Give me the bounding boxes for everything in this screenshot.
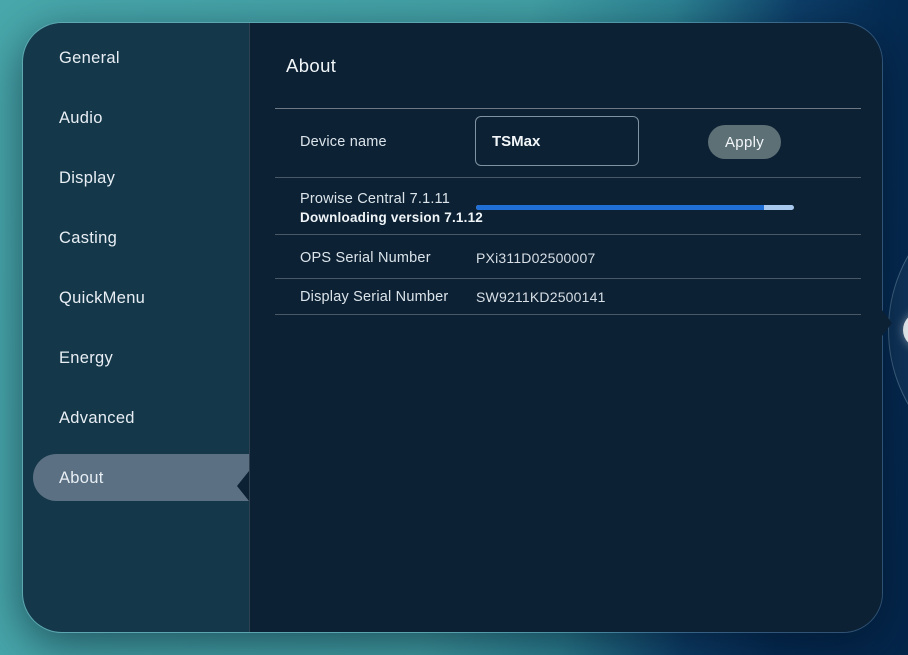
divider — [275, 108, 861, 109]
ops-serial-label: OPS Serial Number — [300, 250, 431, 266]
about-panel: About Device name Apply Prowise Central … — [249, 23, 882, 632]
sidebar-item-label: Advanced — [59, 409, 135, 428]
divider — [275, 314, 861, 315]
settings-dialog: General Audio Display Casting QuickMenu … — [22, 22, 883, 633]
sidebar-item-energy[interactable]: Energy — [23, 328, 249, 388]
sidebar-item-quickmenu[interactable]: QuickMenu — [23, 268, 249, 328]
sidebar-item-about[interactable]: About — [23, 448, 249, 508]
device-name-label: Device name — [300, 134, 387, 150]
device-name-input[interactable] — [475, 116, 639, 166]
display-serial-value: SW9211KD2500141 — [476, 289, 606, 305]
sidebar-item-label: General — [59, 49, 120, 68]
selected-item-notch — [237, 471, 249, 501]
page-title: About — [286, 55, 336, 77]
sidebar-item-casting[interactable]: Casting — [23, 208, 249, 268]
sidebar-item-advanced[interactable]: Advanced — [23, 388, 249, 448]
download-status-label: Downloading version 7.1.12 — [300, 210, 483, 225]
sidebar-item-label: Audio — [59, 109, 103, 128]
settings-sidebar: General Audio Display Casting QuickMenu … — [23, 23, 249, 632]
sidebar-item-label: Casting — [59, 229, 117, 248]
divider — [275, 278, 861, 279]
ops-serial-value: PXi311D02500007 — [476, 250, 596, 266]
update-progress-fill — [476, 205, 764, 210]
panel-slide-handle-icon[interactable] — [882, 310, 892, 336]
sidebar-item-label: Energy — [59, 349, 113, 368]
version-label: Prowise Central 7.1.11 — [300, 191, 450, 207]
divider — [275, 177, 861, 178]
sidebar-item-label: About — [59, 469, 104, 488]
sidebar-item-general[interactable]: General — [23, 28, 249, 88]
sidebar-item-label: QuickMenu — [59, 289, 145, 308]
update-progress-bar — [476, 205, 794, 210]
divider — [275, 234, 861, 235]
display-serial-label: Display Serial Number — [300, 289, 448, 305]
sidebar-item-audio[interactable]: Audio — [23, 88, 249, 148]
sidebar-item-display[interactable]: Display — [23, 148, 249, 208]
apply-button[interactable]: Apply — [708, 125, 781, 159]
sidebar-item-label: Display — [59, 169, 115, 188]
